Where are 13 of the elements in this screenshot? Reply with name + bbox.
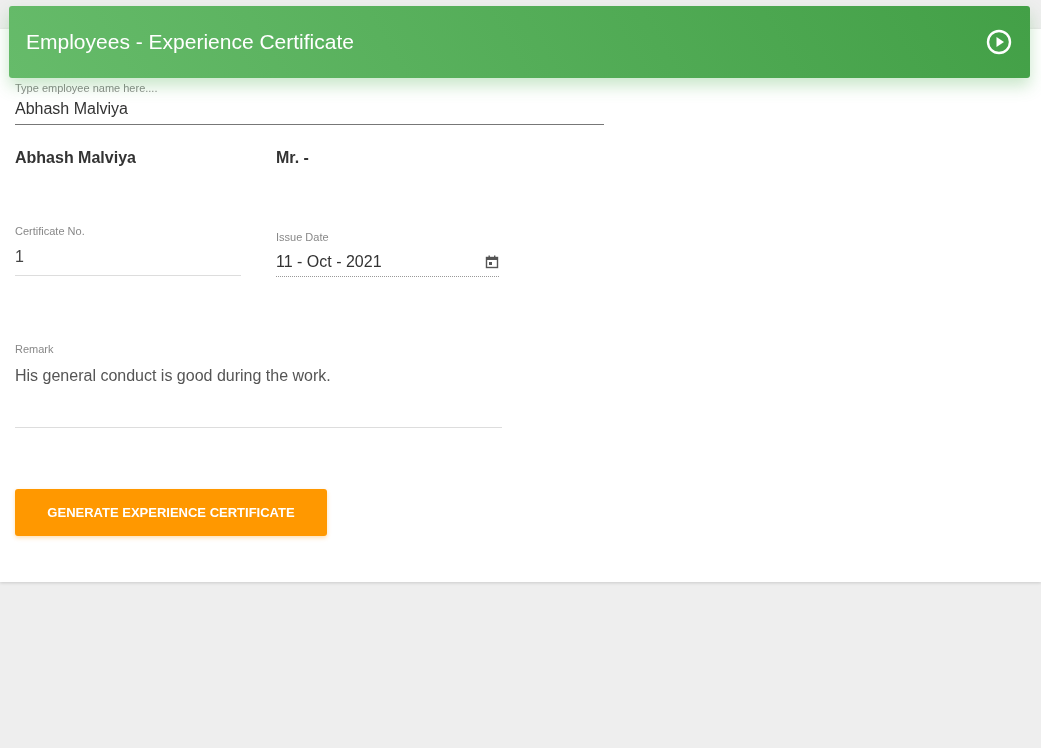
- play-icon[interactable]: [986, 29, 1012, 55]
- certificate-number-field[interactable]: 1: [15, 239, 241, 276]
- issue-date-field[interactable]: 11 - Oct - 2021: [276, 249, 499, 277]
- salutation: Mr. -: [276, 149, 309, 166]
- calendar-icon[interactable]: [485, 255, 499, 269]
- field-label: Issue Date: [276, 231, 329, 243]
- remark-field[interactable]: His general conduct is good during the work.: [15, 357, 502, 428]
- page-title: Employees - Experience Certificate: [26, 30, 354, 54]
- field-label: Certificate No.: [15, 225, 85, 237]
- employee-name: Abhash Malviya: [15, 149, 136, 166]
- field-label: Type employee name here....: [15, 82, 158, 94]
- field-label: Remark: [15, 343, 54, 355]
- employee-name-field[interactable]: Abhash Malviya: [15, 96, 604, 125]
